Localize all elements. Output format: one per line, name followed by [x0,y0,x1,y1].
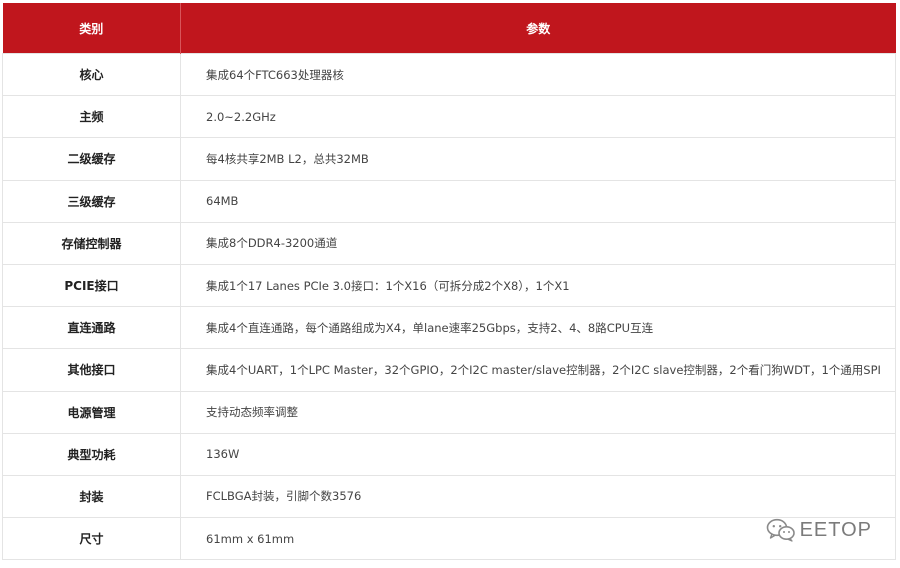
table-row: 其他接口 集成4个UART，1个LPC Master，32个GPIO，2个I2C… [2,348,896,392]
table-row: 二级缓存 每4核共享2MB L2，总共32MB [2,137,896,181]
row-category: 电源管理 [2,390,181,434]
row-value: 集成8个DDR4-3200通道 [180,221,896,265]
row-value: FCLBGA封装，引脚个数3576 [180,474,896,519]
header-parameter: 参数 [180,3,896,54]
table-row: 三级缓存 64MB [2,179,896,223]
table-row: 主频 2.0~2.2GHz [2,95,896,139]
row-value: 64MB [180,179,896,223]
row-value: 支持动态频率调整 [180,390,896,434]
table-row: 核心 集成64个FTC663处理器核 [2,52,896,97]
table-row: 直连通路 集成4个直连通路，每个通路组成为X4，单lane速率25Gbps，支持… [2,306,896,350]
table-header: 类别 参数 [2,3,896,54]
table-row: 典型功耗 136W [2,432,896,476]
row-category: PCIE接口 [2,263,181,308]
row-category: 二级缓存 [2,137,181,181]
spec-table: 类别 参数 核心 集成64个FTC663处理器核 主频 2.0~2.2GHz 二… [2,3,896,561]
row-category: 直连通路 [2,306,181,350]
row-value: 集成4个UART，1个LPC Master，32个GPIO，2个I2C mast… [180,348,896,392]
watermark-text: EETOP [799,518,872,541]
row-value: 集成64个FTC663处理器核 [180,52,896,97]
table-row: 尺寸 61mm x 61mm [2,517,896,561]
table-row: 电源管理 支持动态频率调整 [2,390,896,434]
row-category: 三级缓存 [2,179,181,223]
row-category: 主频 [2,95,181,139]
row-category: 其他接口 [2,348,181,392]
header-category: 类别 [2,3,181,54]
row-category: 存储控制器 [2,221,181,265]
row-category: 核心 [2,52,181,97]
row-category: 典型功耗 [2,432,181,476]
wechat-icon [766,518,796,542]
row-value: 集成4个直连通路，每个通路组成为X4，单lane速率25Gbps，支持2、4、8… [180,306,896,350]
table-body: 核心 集成64个FTC663处理器核 主频 2.0~2.2GHz 二级缓存 每4… [2,52,896,561]
table-row: 存储控制器 集成8个DDR4-3200通道 [2,221,896,265]
eetop-watermark: EETOP [766,518,872,542]
row-value: 136W [180,432,896,476]
row-value: 2.0~2.2GHz [180,95,896,139]
row-value: 集成1个17 Lanes PCIe 3.0接口：1个X16（可拆分成2个X8），… [180,263,896,308]
row-value: 每4核共享2MB L2，总共32MB [180,137,896,181]
row-category: 封装 [2,474,181,519]
table-row: PCIE接口 集成1个17 Lanes PCIe 3.0接口：1个X16（可拆分… [2,263,896,308]
table-row: 封装 FCLBGA封装，引脚个数3576 [2,474,896,519]
row-category: 尺寸 [2,517,181,561]
header-row: 类别 参数 [2,3,896,54]
